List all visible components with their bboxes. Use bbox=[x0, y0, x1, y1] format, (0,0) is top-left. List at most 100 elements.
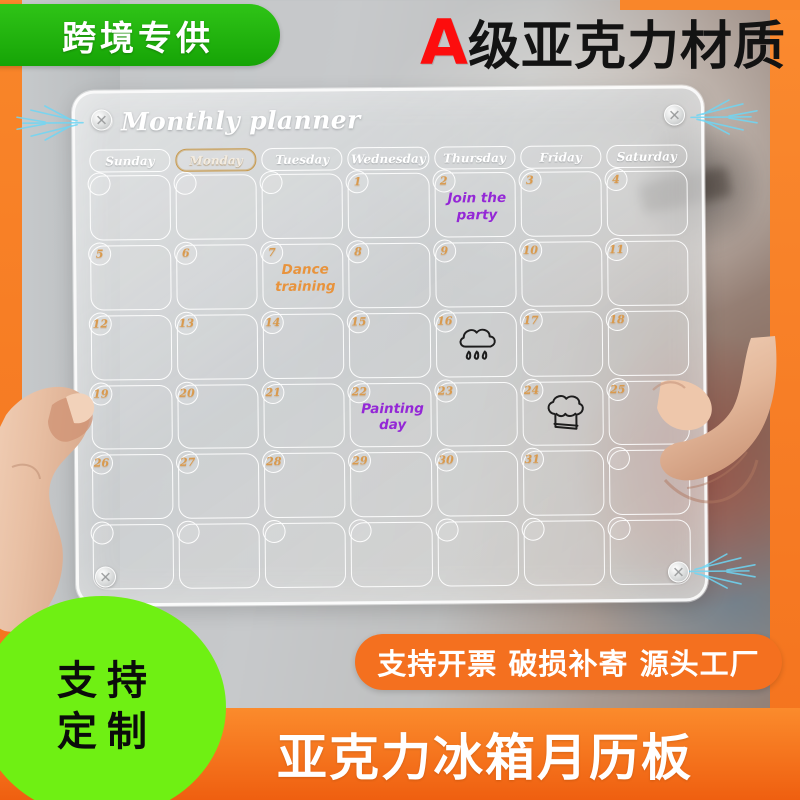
calendar-cell[interactable]: 20 bbox=[175, 381, 260, 450]
calendar-cell[interactable] bbox=[262, 520, 347, 589]
calendar-cell[interactable] bbox=[173, 171, 258, 240]
day-header-friday: Friday bbox=[519, 145, 602, 169]
day-number: 27 bbox=[176, 450, 200, 475]
customization-label-line2: 定制 bbox=[57, 709, 157, 755]
day-number-empty bbox=[259, 170, 283, 195]
screw-bottom-right bbox=[667, 561, 690, 583]
product-image: Monthly planner Sunday Monday Tuesday We… bbox=[0, 0, 800, 800]
cross-border-supply-badge: 跨境专供 bbox=[0, 4, 280, 66]
cross-border-supply-label: 跨境专供 bbox=[62, 18, 214, 59]
calendar-note: Painting day bbox=[361, 400, 424, 434]
day-number-empty bbox=[262, 520, 286, 544]
calendar-cell[interactable]: 8 bbox=[346, 240, 431, 309]
day-number: 2 bbox=[432, 169, 456, 193]
calendar-cell[interactable]: 19 bbox=[89, 381, 174, 450]
day-header-thursday: Thursday bbox=[433, 145, 516, 170]
day-number: 16 bbox=[433, 309, 457, 333]
calendar-cell[interactable] bbox=[435, 518, 519, 587]
calendar-cell[interactable]: 5 bbox=[88, 242, 172, 311]
day-header-saturday: Saturday bbox=[606, 144, 688, 169]
calendar-note: Join the party bbox=[447, 189, 507, 224]
day-number: 24 bbox=[519, 378, 544, 402]
day-number: 4 bbox=[604, 167, 628, 192]
rain-cloud-icon bbox=[456, 323, 500, 370]
calendar-cell[interactable]: 9 bbox=[432, 239, 517, 308]
day-of-week-header-row: Sunday Monday Tuesday Wednesday Thursday Frid… bbox=[89, 144, 688, 173]
day-header-wednesday: Wednesday bbox=[347, 146, 430, 171]
customization-label-line1: 支持 bbox=[57, 657, 157, 704]
calendar-cell[interactable]: 23 bbox=[433, 378, 518, 447]
calendar-note: Dance training bbox=[275, 261, 336, 295]
calendar-cell[interactable]: 6 bbox=[174, 241, 258, 310]
calendar-cell[interactable] bbox=[259, 170, 344, 239]
calendar-cell[interactable]: 25 bbox=[606, 377, 690, 446]
day-number: 5 bbox=[88, 242, 112, 266]
calendar-cell[interactable]: 12 bbox=[88, 312, 173, 381]
day-number-empty bbox=[173, 171, 197, 195]
calendar-cell[interactable]: 30 bbox=[434, 448, 519, 517]
calendar-cell[interactable] bbox=[521, 517, 605, 586]
calendar-cell[interactable]: 31 bbox=[520, 447, 605, 517]
frame-border-top-right bbox=[620, 0, 800, 10]
calendar-cell[interactable]: 27 bbox=[176, 450, 260, 520]
chef-hat-icon bbox=[542, 393, 586, 440]
calendar-cell[interactable]: 4 bbox=[604, 167, 689, 236]
calendar-cell[interactable] bbox=[348, 519, 433, 588]
calendar-cell[interactable] bbox=[176, 520, 261, 589]
calendar-cell[interactable]: 3 bbox=[518, 168, 602, 237]
calendar-cell[interactable]: 10 bbox=[518, 238, 603, 307]
calendar-cell[interactable]: 13 bbox=[174, 311, 259, 380]
service-guarantee-badge: 支持开票 破损补寄 源头工厂 bbox=[355, 634, 782, 690]
calendar-cell[interactable]: 2 Join the party bbox=[432, 169, 516, 238]
day-number: 11 bbox=[604, 237, 629, 261]
grade-a-mark: A bbox=[420, 6, 468, 79]
calendar-grid: 1 2 Join the party 3 4 5 6 7 Dance training 8 9 10 1… bbox=[87, 167, 692, 590]
day-number: 9 bbox=[432, 239, 456, 263]
calendar-cell[interactable]: 7 Dance training bbox=[260, 240, 345, 309]
day-number: 6 bbox=[174, 241, 198, 265]
calendar-cell[interactable]: 18 bbox=[605, 307, 690, 376]
day-number: 18 bbox=[605, 307, 629, 331]
calendar-cell[interactable]: 22 Painting day bbox=[347, 379, 432, 448]
day-number: 31 bbox=[520, 447, 544, 472]
day-number-empty bbox=[87, 172, 111, 196]
day-number: 26 bbox=[89, 451, 114, 475]
day-number: 10 bbox=[518, 238, 542, 262]
day-number-empty bbox=[90, 521, 114, 545]
day-number-empty bbox=[435, 518, 459, 542]
day-number: 17 bbox=[519, 308, 543, 332]
calendar-cell[interactable] bbox=[87, 172, 172, 241]
calendar-cell[interactable]: 14 bbox=[260, 310, 345, 379]
material-grade-headline: A 级亚克力材质 bbox=[420, 12, 786, 74]
day-number-empty bbox=[176, 520, 200, 545]
day-number: 23 bbox=[433, 378, 458, 403]
material-grade-text: 级亚克力材质 bbox=[467, 17, 786, 77]
day-number-empty bbox=[348, 519, 373, 543]
day-number: 22 bbox=[347, 379, 371, 403]
calendar-cell[interactable] bbox=[606, 447, 691, 516]
screw-bottom-left bbox=[94, 566, 117, 588]
day-header-monday: Monday bbox=[175, 148, 257, 172]
day-number: 12 bbox=[88, 312, 112, 336]
day-number: 14 bbox=[260, 310, 285, 334]
calendar-cell[interactable]: 28 bbox=[262, 450, 346, 519]
day-number: 21 bbox=[261, 380, 285, 404]
day-number: 20 bbox=[175, 381, 199, 405]
calendar-cell[interactable]: 17 bbox=[519, 308, 604, 377]
calendar-cell[interactable]: 24 bbox=[519, 378, 604, 447]
day-number: 15 bbox=[347, 309, 371, 334]
screw-top-right bbox=[663, 104, 686, 126]
calendar-cell[interactable]: 15 bbox=[347, 309, 431, 378]
day-number: 1 bbox=[345, 170, 370, 194]
calendar-cell[interactable]: 26 bbox=[89, 451, 174, 520]
day-number: 28 bbox=[262, 450, 286, 474]
calendar-cell[interactable]: 29 bbox=[348, 449, 433, 518]
day-number: 7 bbox=[260, 240, 284, 264]
calendar-cell[interactable]: 11 bbox=[604, 237, 689, 306]
calendar-cell[interactable]: 1 bbox=[345, 170, 430, 239]
day-number: 30 bbox=[434, 448, 458, 472]
day-number: 3 bbox=[518, 168, 542, 192]
calendar-cell[interactable]: 21 bbox=[261, 380, 346, 449]
day-number: 19 bbox=[89, 381, 113, 406]
calendar-cell[interactable]: 16 bbox=[433, 309, 517, 378]
